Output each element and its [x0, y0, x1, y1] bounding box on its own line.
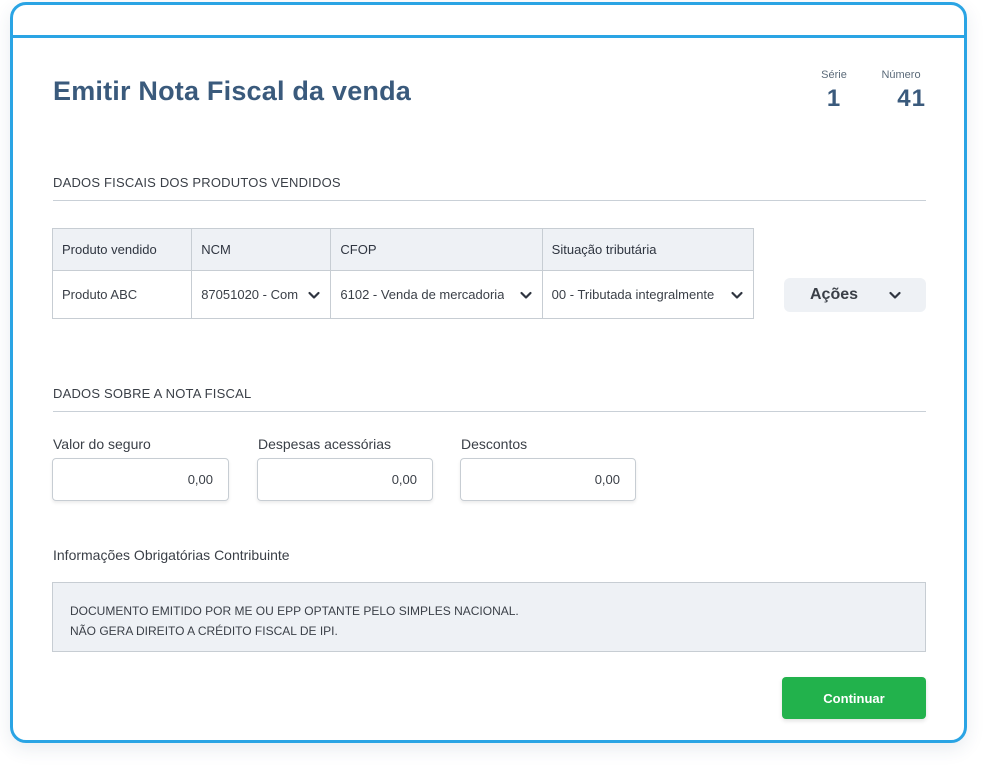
column-header-produto: Produto vendido [51, 228, 193, 271]
situacao-select-value: 00 - Tributada integralmente [551, 287, 715, 302]
page-title: Emitir Nota Fiscal da venda [53, 76, 412, 106]
info-line: DOCUMENTO EMITIDO POR ME OU EPP OPTANTE … [70, 604, 519, 618]
info-contribuinte-textarea[interactable]: DOCUMENTO EMITIDO POR ME OU EPP OPTANTE … [52, 582, 926, 652]
numero-value: 41 [897, 85, 926, 112]
section-title-produtos: DADOS FISCAIS DOS PRODUTOS VENDIDOS [53, 175, 926, 201]
produto-cell: Produto ABC [51, 270, 193, 319]
acoes-label: Ações [810, 286, 859, 303]
info-line: NÃO GERA DIREITO A CRÉDITO FISCAL DE IPI… [70, 624, 338, 638]
window-topbar [13, 5, 964, 38]
valor-seguro-label: Valor do seguro [53, 436, 151, 452]
acoes-button[interactable]: Ações [784, 278, 926, 312]
numero-label: Número [881, 69, 921, 81]
ncm-select[interactable]: 87051020 - Com [191, 270, 332, 319]
app-window: Emitir Nota Fiscal da venda Série 1 Núme… [10, 2, 967, 743]
chevron-down-icon [731, 291, 743, 299]
main-content: Emitir Nota Fiscal da venda Série 1 Núme… [51, 41, 926, 740]
despesas-acessorias-input[interactable]: 0,00 [257, 458, 433, 501]
continuar-button[interactable]: Continuar [782, 677, 926, 719]
column-header-cfop: CFOP [330, 228, 543, 271]
numero-display: Número 41 [876, 69, 926, 113]
serie-value: 1 [826, 85, 842, 112]
cfop-select[interactable]: 6102 - Venda de mercadoria [330, 270, 543, 319]
despesas-acessorias-value: 0,00 [391, 472, 417, 487]
chevron-down-icon [308, 291, 320, 299]
situacao-select[interactable]: 00 - Tributada integralmente [541, 270, 755, 319]
table-header-row: Produto vendido NCM CFOP Situação tribut… [51, 228, 755, 271]
serie-label: Série [821, 69, 847, 81]
column-header-ncm: NCM [191, 228, 332, 271]
ncm-select-value: 87051020 - Com [201, 287, 299, 302]
serie-display: Série 1 [814, 69, 854, 113]
cfop-select-value: 6102 - Venda de mercadoria [340, 287, 505, 302]
descontos-value: 0,00 [594, 472, 620, 487]
produtos-table: Produto vendido NCM CFOP Situação tribut… [51, 228, 755, 319]
valor-seguro-input[interactable]: 0,00 [52, 458, 229, 501]
despesas-acessorias-label: Despesas acessórias [258, 436, 392, 452]
info-contribuinte-label: Informações Obrigatórias Contribuinte [53, 547, 290, 563]
descontos-input[interactable]: 0,00 [460, 458, 636, 501]
table-row: Produto ABC 87051020 - Com 6102 - Venda … [51, 270, 755, 319]
valor-seguro-value: 0,00 [187, 472, 213, 487]
section-title-nota: DADOS SOBRE A NOTA FISCAL [53, 386, 926, 412]
descontos-label: Descontos [461, 436, 528, 452]
chevron-down-icon [889, 291, 901, 299]
column-header-situacao: Situação tributária [541, 228, 755, 271]
chevron-down-icon [520, 291, 532, 299]
